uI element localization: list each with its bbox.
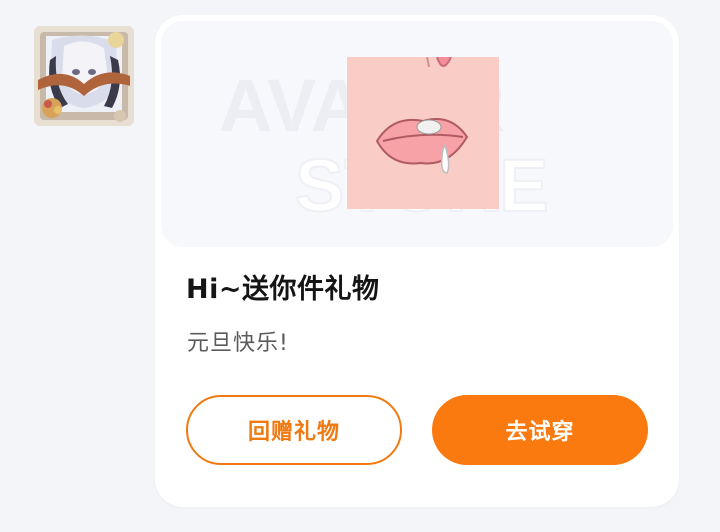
gift-message-subtitle: 元旦快乐!: [187, 331, 289, 356]
gift-banner: AVATAR STORE: [161, 21, 673, 247]
try-on-button[interactable]: 去试穿: [432, 395, 648, 465]
gift-item-preview[interactable]: [347, 56, 499, 209]
gift-card: AVATAR STORE Hi~送你件礼物 元旦快乐! 回赠礼物 去试穿: [155, 15, 679, 507]
anime-avatar-icon: [34, 26, 134, 126]
lips-sticker-icon: [347, 56, 499, 209]
gift-message-title: Hi~送你件礼物: [186, 274, 380, 305]
sender-avatar[interactable]: [34, 26, 134, 126]
return-gift-button[interactable]: 回赠礼物: [186, 395, 402, 465]
